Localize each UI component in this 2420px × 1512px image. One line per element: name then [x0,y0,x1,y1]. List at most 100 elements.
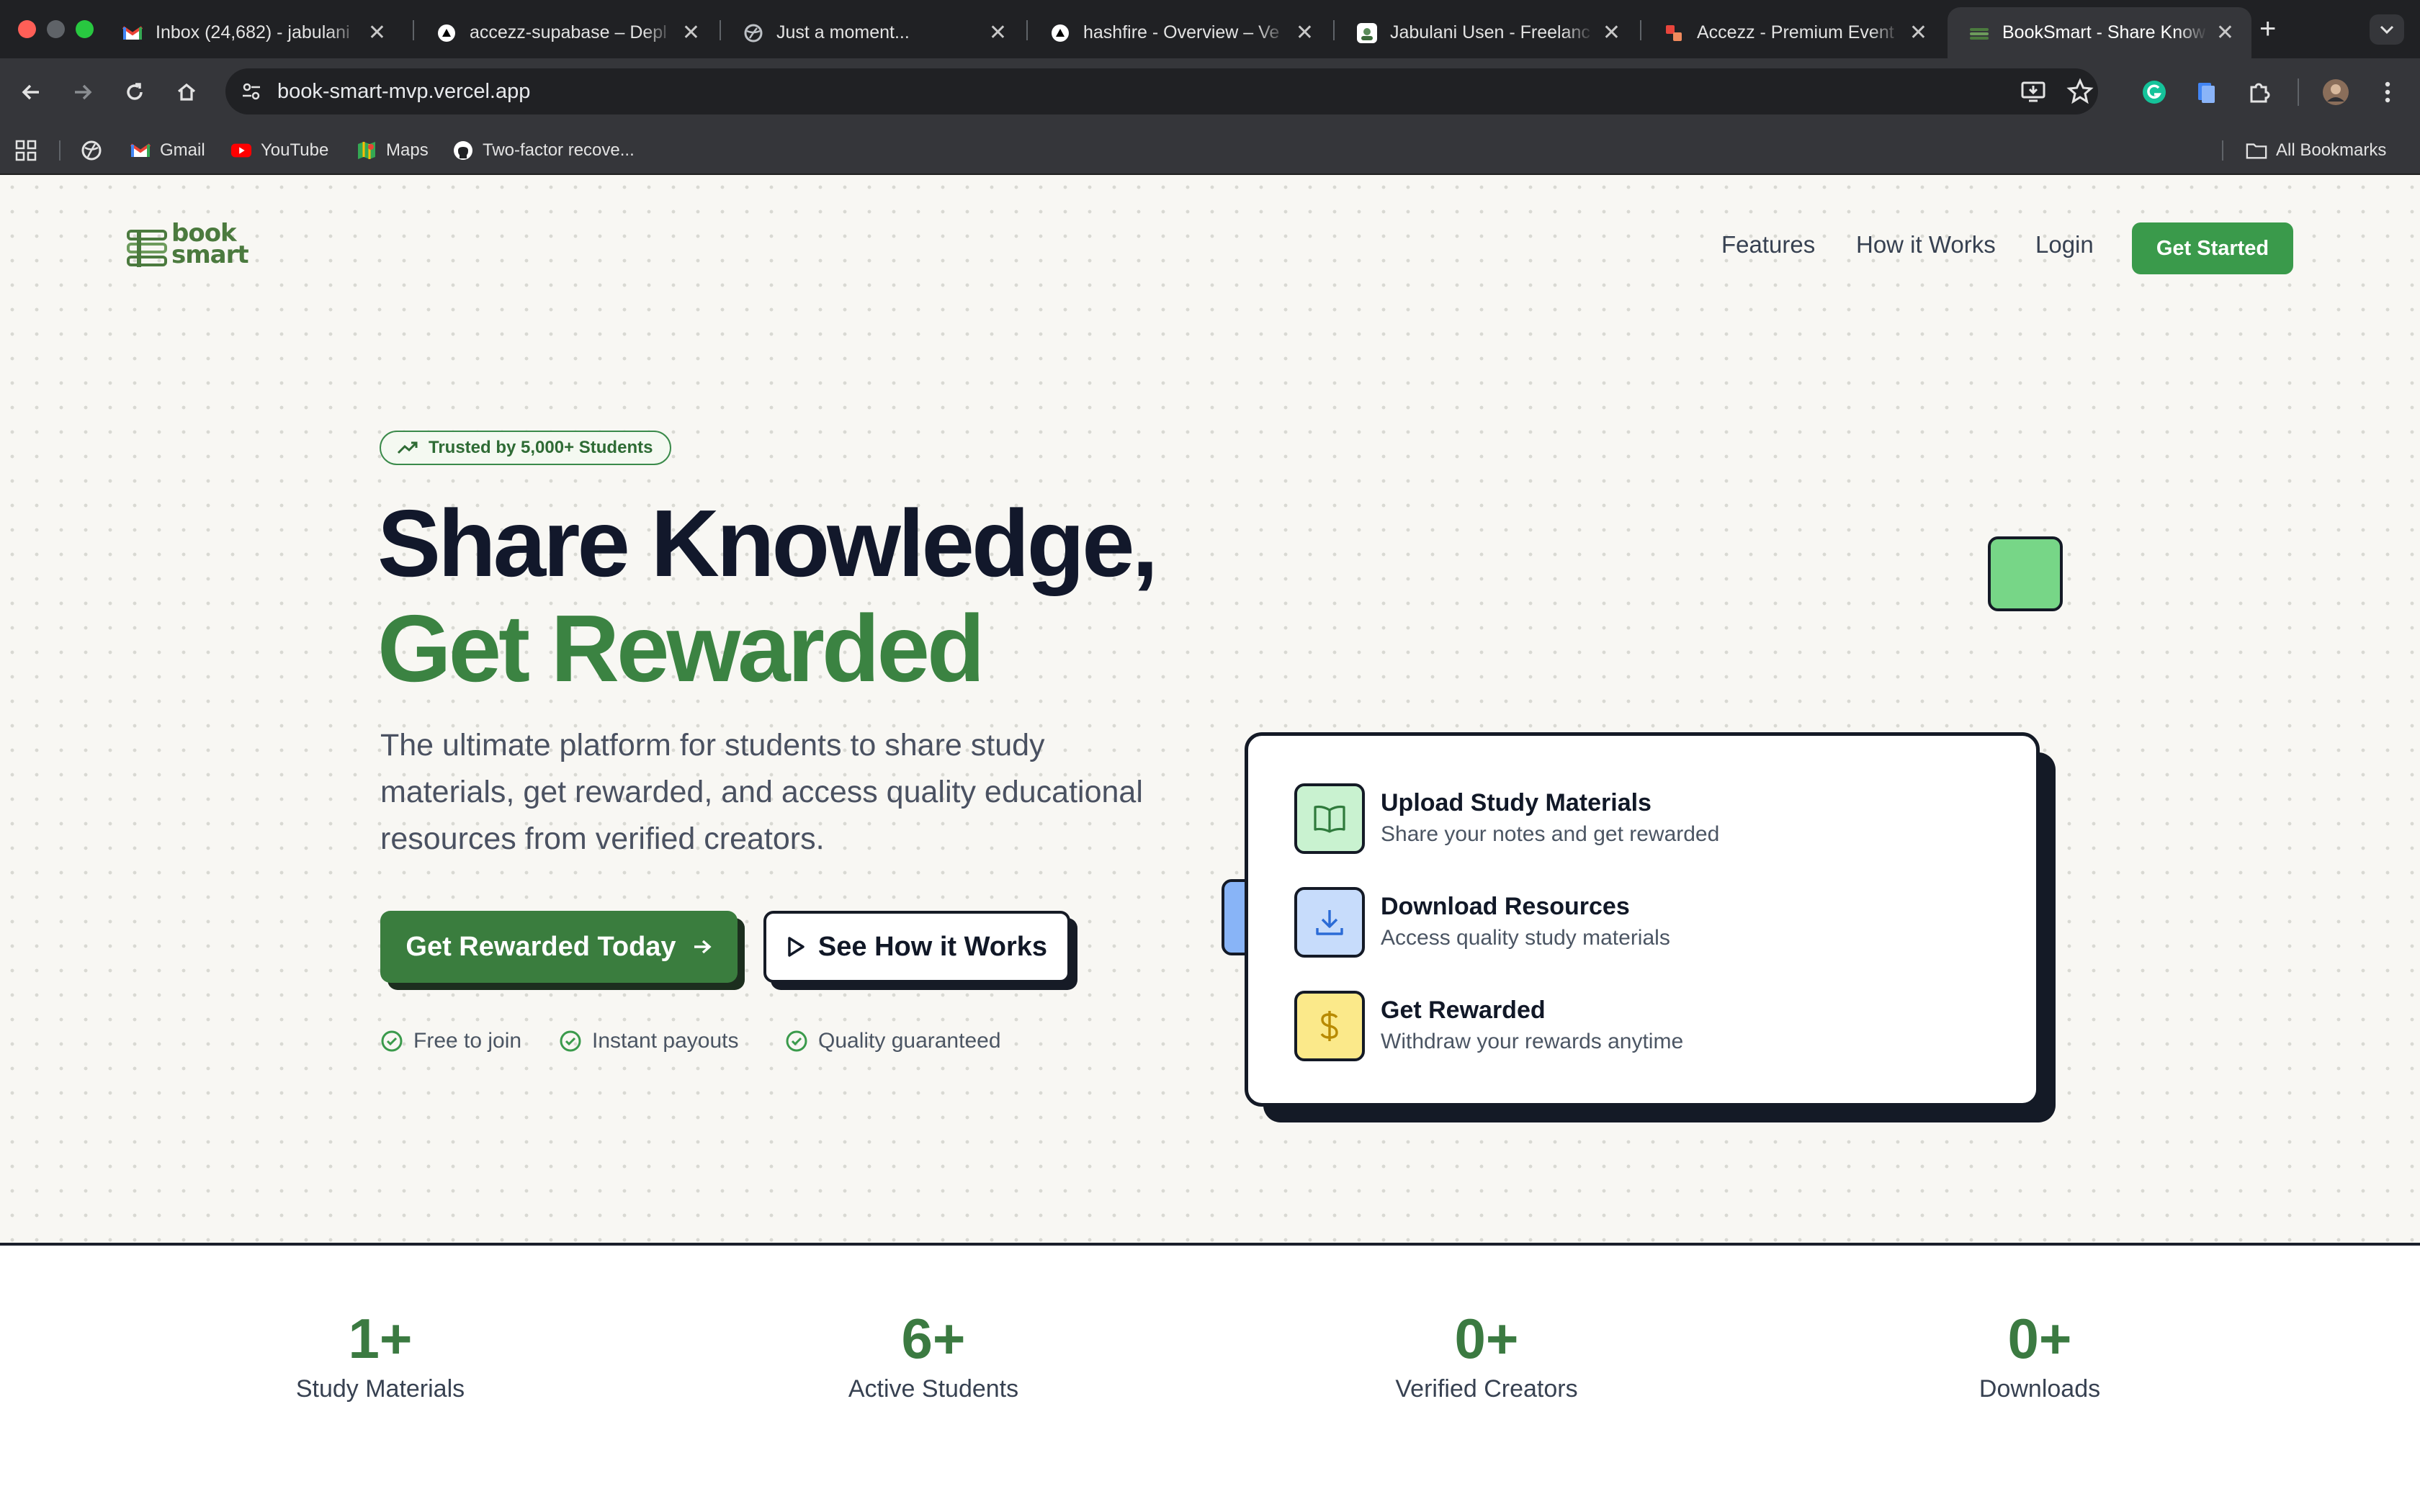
all-bookmarks-label: All Bookmarks [2276,140,2387,160]
bookmark-label: Two-factor recove... [483,140,635,160]
stat-value: 6+ [901,1307,966,1370]
tab-title: Inbox (24,682) - jabulani [156,22,350,42]
reload-button[interactable] [118,76,151,109]
bookmark-github[interactable]: Two-factor recove... [452,136,635,165]
tab-close-icon[interactable]: ✕ [2216,20,2234,45]
feature-icon-box [1294,887,1365,958]
nav-how-it-works-link[interactable]: How it Works [1856,231,1996,258]
perk-label: Quality guaranteed [818,1029,1001,1053]
feature-icon-box [1294,991,1365,1061]
grammarly-icon[interactable] [2138,76,2171,109]
feature-title: Get Rewarded [1381,996,1546,1024]
feature-description: Share your notes and get rewarded [1381,822,1720,846]
tab-divider [1333,20,1335,40]
hero-section: book smart Features How it Works Login G… [0,175,2420,1245]
perk-item: Free to join [380,1029,521,1053]
bookmark-maps[interactable]: Maps [356,136,429,165]
page-content: book smart Features How it Works Login G… [0,175,2420,1512]
tab-title: BookSmart - Share Know [2002,22,2206,42]
perk-item: Instant payouts [559,1029,738,1053]
window-minimize-button[interactable] [47,20,65,38]
browser-tab[interactable]: Inbox (24,682) - jabulani ✕ [101,7,403,58]
stat-study-materials: 1+ Study Materials [150,1306,611,1403]
get-started-button[interactable]: Get Started [2132,222,2293,274]
see-how-it-works-button[interactable]: See How it Works [763,911,1070,983]
bookmarks-divider [2222,140,2223,161]
get-rewarded-button[interactable]: Get Rewarded Today [380,911,738,983]
stat-label: Active Students [848,1375,1019,1403]
arrow-right-icon [75,84,92,100]
more-menu-icon[interactable] [2371,76,2404,109]
back-button[interactable] [14,76,48,109]
browser-toolbar: book-smart-mvp.vercel.app [0,58,2420,126]
tab-close-icon[interactable]: ✕ [1909,20,1927,45]
logo-line-2: smart [171,240,249,269]
tab-close-icon[interactable]: ✕ [1603,20,1621,45]
bookmark-star-icon[interactable] [2066,77,2094,109]
all-bookmarks-button[interactable]: All Bookmarks [2246,136,2386,165]
stat-downloads: 0+ Downloads [1809,1306,2270,1403]
site-settings-icon[interactable] [240,80,263,103]
nav-login-link[interactable]: Login [2035,231,2094,258]
extensions-puzzle-icon[interactable] [2243,76,2276,109]
bookmark-globe[interactable] [81,136,111,165]
tab-search-button[interactable] [2370,14,2404,45]
extension-docs-icon[interactable] [2190,76,2223,109]
address-bar[interactable]: book-smart-mvp.vercel.app [225,68,2098,114]
bookmarks-divider [59,140,60,161]
browser-tab[interactable]: Just a moment... ✕ [722,7,1024,58]
feature-title: Upload Study Materials [1381,789,1652,816]
tab-close-icon[interactable]: ✕ [368,20,386,45]
vercel-icon [1050,23,1070,43]
accezz-icon [1664,23,1684,43]
gmail-icon [122,23,143,43]
site-logo[interactable]: book smart [127,221,271,270]
browser-tab[interactable]: Accezz - Premium Event ✕ [1642,7,1945,58]
arrow-right-icon [694,940,712,954]
globe-icon [81,140,102,161]
booksmart-icon [1969,23,1989,43]
dollar-icon [1320,1011,1338,1041]
browser-tab[interactable]: hashfire - Overview – Ve ✕ [1028,7,1331,58]
download-icon [1316,910,1343,935]
tab-divider [413,20,414,40]
feature-title: Download Resources [1381,893,1630,920]
perk-label: Free to join [413,1029,522,1053]
trending-up-icon [397,441,418,454]
hero-headline-line-1: Share Knowledge, [377,490,1158,596]
stat-value: 0+ [1454,1307,1519,1370]
book-open-icon [1314,805,1345,833]
upwork-icon [1357,22,1377,43]
window-close-button[interactable] [18,20,36,38]
chevron-down-icon [2380,25,2394,35]
nav-features-link[interactable]: Features [1721,231,1815,258]
tab-close-icon[interactable]: ✕ [989,20,1007,45]
bookmark-gmail[interactable]: Gmail [130,136,205,165]
tab-divider [720,20,721,40]
home-button[interactable] [170,76,203,109]
new-tab-button[interactable]: + [2259,13,2276,45]
browser-tab[interactable]: accezz-supabase – Depl ✕ [415,7,717,58]
home-icon [177,83,196,101]
stat-active-students: 6+ Active Students [703,1306,1164,1403]
vercel-icon [436,23,457,43]
gmail-icon [130,140,151,161]
arrow-left-icon [22,84,39,100]
feature-description: Withdraw your rewards anytime [1381,1030,1684,1053]
apps-grid-icon[interactable] [14,136,37,165]
trust-badge-text: Trusted by 5,000+ Students [429,438,653,457]
decorative-green-square [1988,536,2063,611]
profile-avatar[interactable] [2319,76,2352,109]
browser-tab[interactable]: Jabulani Usen - Freelanc ✕ [1335,7,1638,58]
window-zoom-button[interactable] [76,20,94,38]
install-app-icon[interactable] [2019,77,2048,109]
tab-title: hashfire - Overview – Ve [1083,22,1280,42]
tab-close-icon[interactable]: ✕ [682,20,700,45]
bookmark-label: YouTube [261,140,329,160]
feature-rewarded: Get Rewarded Withdraw your rewards anyti… [1294,991,1986,1063]
browser-tab-active[interactable]: BookSmart - Share Know ✕ [1948,7,2251,58]
perk-label: Instant payouts [592,1029,739,1053]
bookmark-youtube[interactable]: YouTube [230,136,328,165]
forward-button[interactable] [66,76,99,109]
tab-close-icon[interactable]: ✕ [1296,20,1314,45]
